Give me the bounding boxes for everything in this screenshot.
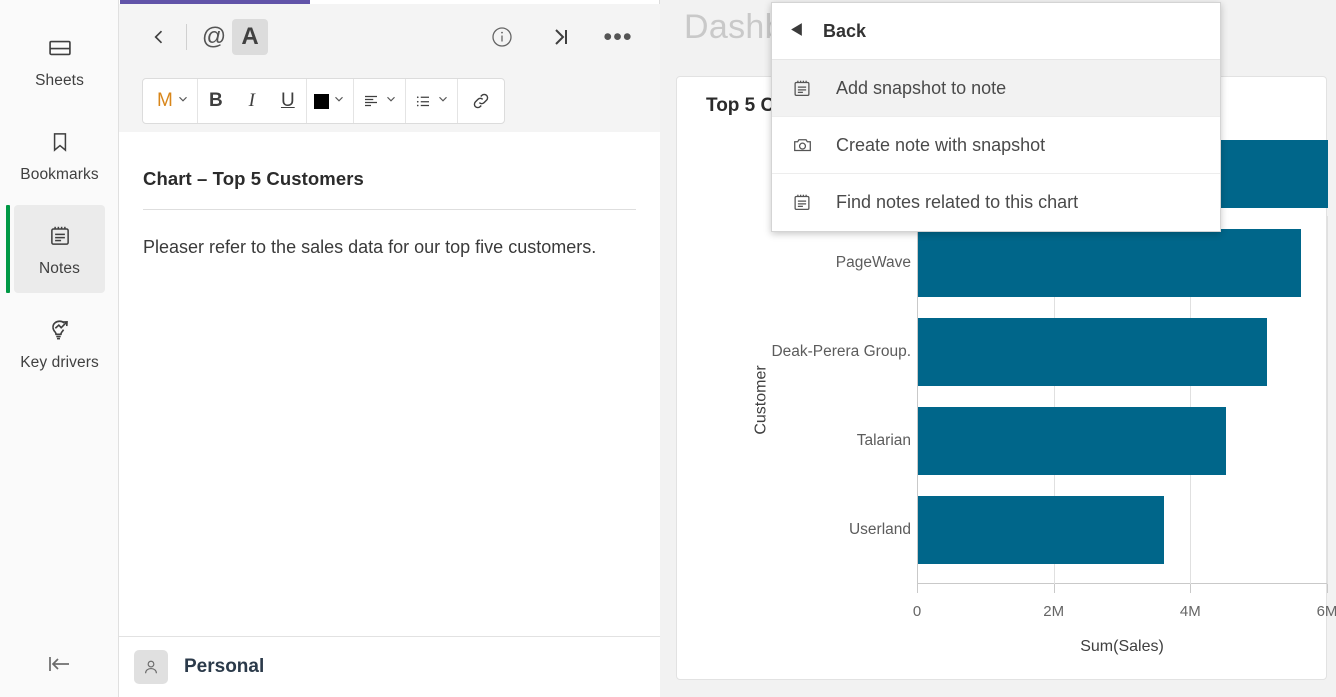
chart-bar[interactable] <box>918 229 1301 297</box>
sidebar-item-label: Bookmarks <box>20 165 99 183</box>
info-icon[interactable] <box>484 19 520 55</box>
sheets-icon <box>45 33 75 63</box>
format-group-link <box>458 79 504 123</box>
x-axis-line <box>917 583 1327 584</box>
menu-item-label: Create note with snapshot <box>836 134 1046 155</box>
menu-back-button[interactable]: Back <box>772 3 1220 60</box>
triangle-left-icon <box>790 22 803 40</box>
chart-bar[interactable] <box>918 407 1226 475</box>
chevron-left-icon[interactable] <box>141 19 177 55</box>
collapse-right-icon[interactable] <box>542 19 578 55</box>
chart-bar-row[interactable]: PageWave <box>836 229 1328 297</box>
menu-back-label: Back <box>823 20 867 41</box>
note-text: Pleaser refer to the sales data for our … <box>143 237 597 257</box>
sidebar-item-notes[interactable]: Notes <box>0 202 119 296</box>
snapshot-menu: Back Add snapshot to note Create note wi… <box>771 2 1221 232</box>
at-glyph: @ <box>201 23 227 50</box>
x-axis-tick <box>1053 584 1055 593</box>
at-icon[interactable]: @ <box>196 19 232 55</box>
key-drivers-icon <box>45 315 75 345</box>
note-owner-label: Personal <box>184 656 265 677</box>
note-icon <box>790 77 814 100</box>
x-axis-tick-label: 6M <box>1316 603 1336 620</box>
sidebar-item-sheets[interactable]: Sheets <box>0 14 119 108</box>
chart-title: Top 5 C <box>706 95 775 116</box>
chevron-down-icon <box>436 91 450 111</box>
note-footer[interactable]: Personal <box>119 636 660 697</box>
note-title: Chart – Top 5 Customers <box>143 168 364 189</box>
bookmark-icon <box>45 127 75 157</box>
format-group-list <box>406 79 458 123</box>
format-toolbar: M B I U <box>142 78 505 124</box>
note-editor[interactable]: Chart – Top 5 Customers Pleaser refer to… <box>119 132 660 636</box>
sidebar-item-label: Notes <box>39 259 80 277</box>
note-icon <box>790 191 814 214</box>
format-group-size: M <box>143 79 198 123</box>
x-axis-tick-label: 0 <box>912 603 922 620</box>
format-group-style: B I U <box>198 79 307 123</box>
menu-item-create-note-with-snapshot[interactable]: Create note with snapshot <box>772 117 1220 174</box>
x-axis-title: Sum(Sales) <box>1080 638 1164 655</box>
y-axis-category-label: Userland <box>848 521 911 538</box>
format-toolbar-wrap: M B I U <box>119 70 660 132</box>
page-title: Dashb <box>684 8 784 46</box>
menu-item-label: Add snapshot to note <box>836 77 1007 98</box>
y-axis-title: Customer <box>752 365 770 435</box>
collapse-left-icon[interactable] <box>0 641 119 687</box>
camera-icon <box>790 134 814 156</box>
align-left-icon[interactable] <box>354 79 405 123</box>
chevron-down-icon <box>332 91 346 111</box>
bullet-list-icon[interactable] <box>406 79 457 123</box>
y-axis-category-label: PageWave <box>835 254 911 271</box>
color-swatch <box>313 93 329 109</box>
x-axis-tick <box>1190 584 1192 593</box>
notes-panel: @ A ••• M B I U Chart – Top 5 Customers … <box>119 0 660 697</box>
more-options-icon[interactable]: ••• <box>600 19 636 55</box>
menu-item-add-snapshot-to-note[interactable]: Add snapshot to note <box>772 60 1220 117</box>
sidebar-item-bookmarks[interactable]: Bookmarks <box>0 108 119 202</box>
chart-bar-row[interactable]: Talarian <box>857 407 1328 475</box>
font-size-dropdown[interactable]: M <box>143 79 197 123</box>
sidebar-item-key-drivers[interactable]: Key drivers <box>0 296 119 390</box>
y-axis-category-label: Talarian <box>856 432 911 449</box>
chart-bar[interactable] <box>918 318 1267 386</box>
sidebar-item-label: Sheets <box>35 71 84 89</box>
x-axis-tick-label: 4M <box>1179 603 1201 620</box>
sidebar-item-label: Key drivers <box>20 353 99 371</box>
note-divider <box>143 209 636 210</box>
text-color-dropdown[interactable] <box>307 79 353 123</box>
chevron-down-icon <box>384 91 398 111</box>
more-glyph: ••• <box>603 22 633 51</box>
font-size-value: M <box>157 90 173 111</box>
notes-toolbar: @ A ••• <box>119 4 660 70</box>
bar-chart-plot: Customer Sum(Sales) 0 2M 4M 6M PageWave Deak-… <box>753 140 1336 655</box>
y-axis-category-label: Deak-Perera Group. <box>771 343 911 360</box>
rail-item-list: Sheets Bookmarks Notes Key drivers <box>0 0 118 390</box>
chart-bar-row[interactable]: Deak-Perera Group. <box>771 318 1328 386</box>
text-format-glyph: A <box>241 23 259 50</box>
chart-bar[interactable] <box>918 496 1164 564</box>
format-group-align <box>354 79 406 123</box>
x-axis-tick-label: 2M <box>1043 603 1065 620</box>
link-icon[interactable] <box>458 79 504 123</box>
toolbar-divider <box>186 24 187 50</box>
notes-icon <box>45 221 75 251</box>
format-group-color <box>307 79 354 123</box>
left-rail: Sheets Bookmarks Notes Key drivers <box>0 0 119 697</box>
text-format-icon[interactable]: A <box>232 19 268 55</box>
menu-item-label: Find notes related to this chart <box>836 192 1079 212</box>
bold-button[interactable]: B <box>198 79 234 123</box>
italic-button[interactable]: I <box>234 79 270 123</box>
chart-bar-row[interactable]: Userland <box>849 496 1328 564</box>
user-icon <box>134 650 168 684</box>
x-axis-tick <box>1327 584 1328 593</box>
chevron-down-icon <box>176 90 190 112</box>
underline-button[interactable]: U <box>270 79 306 123</box>
x-axis-tick <box>917 584 918 593</box>
menu-item-find-notes-related[interactable]: Find notes related to this chart <box>772 174 1220 231</box>
